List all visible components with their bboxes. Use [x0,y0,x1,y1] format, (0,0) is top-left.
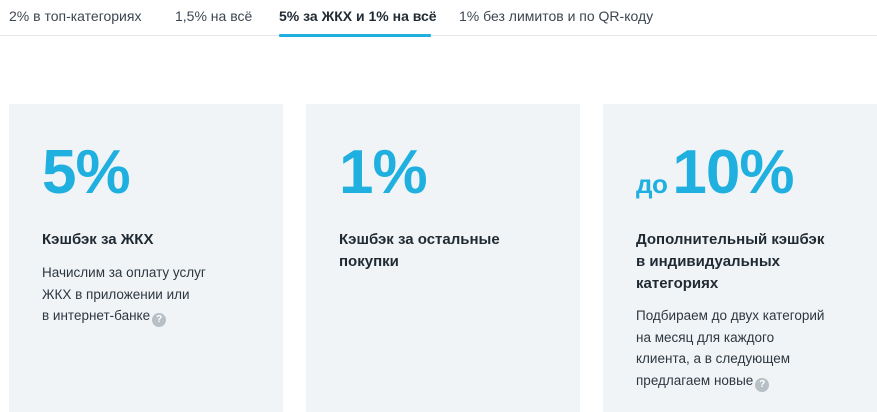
card-title-line: Кэшбэк за ЖКХ [42,231,154,248]
question-circle-icon[interactable]: ? [755,377,770,392]
card-description-text: в интернет-банке [42,308,151,323]
card-title: Кэшбэк за ЖКХ [42,229,263,251]
cashback-card-other-purchases: 1% Кэшбэк за остальные покупки [306,104,580,412]
card-title: Кэшбэк за остальные покупки [339,229,560,273]
card-title-line: категориях [636,275,719,292]
cashback-value-row: 1% [339,138,428,207]
card-title: Дополнительный кэшбэк в индивидуальных к… [636,229,857,295]
card-description: Подбираем до двух категорий на месяц для… [636,305,857,392]
card-description-line: на месяц для каждого [636,329,775,345]
card-title-line: Кэшбэк за остальные [339,231,500,248]
card-description-line: Подбираем до двух категорий [636,308,825,323]
card-description: Начислим за оплату услуг ЖКХ в приложени… [42,262,263,327]
card-description-line: предлагаем новые? [636,370,857,392]
cashback-card-utilities: 5% Кэшбэк за ЖКХ Начислим за оплату услу… [9,104,283,412]
tab-one-and-half-percent[interactable]: 1,5% на всё [175,7,252,36]
card-title-line: покупки [339,253,399,270]
tab-top-categories[interactable]: 2% в топ-категориях [9,7,141,36]
page: 2% в топ-категориях 1,5% на всё 5% за ЖК… [0,0,877,412]
card-description-line: клиента, а в следующем [636,351,790,366]
cashback-value-row: 5% [42,138,131,207]
cashback-prefix: до [636,169,668,199]
cashback-tabs: 2% в топ-категориях 1,5% на всё 5% за ЖК… [0,0,877,37]
card-title-line: в индивидуальных [636,253,781,270]
cashback-percent: 5% [42,138,131,207]
card-title-line: Дополнительный кэшбэк [636,231,825,248]
cashback-percent: 10% [672,138,794,207]
card-description-line: ЖКХ в приложении или [42,286,190,302]
tab-utilities-five-percent[interactable]: 5% за ЖКХ и 1% на всё [279,7,437,37]
question-circle-icon[interactable]: ? [152,313,167,327]
cashback-percent: 1% [339,138,428,207]
card-description-line: Начислим за оплату услуг [42,265,206,280]
tab-no-limits-qr[interactable]: 1% без лимитов и по QR-коду [459,7,653,36]
cashback-value-row: до10% [636,138,794,207]
card-description-text: предлагаем новые [636,372,754,388]
card-description-line: в интернет-банке? [42,305,263,327]
cashback-card-individual-categories: до10% Дополнительный кэшбэк в индивидуал… [603,104,877,412]
